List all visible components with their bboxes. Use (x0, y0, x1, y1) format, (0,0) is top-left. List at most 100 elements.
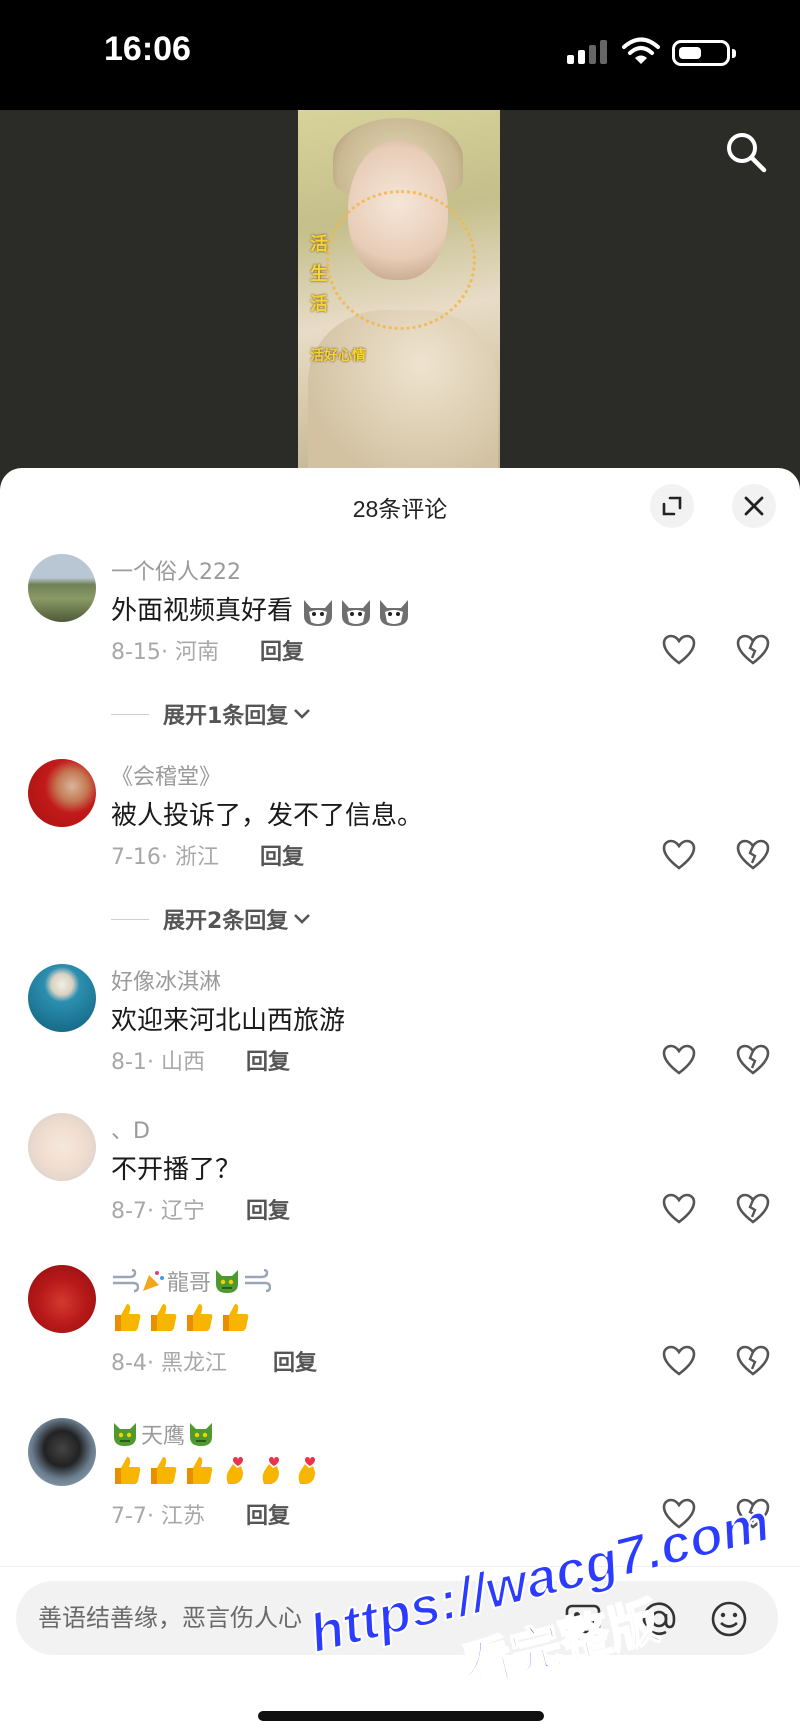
like-heart-icon[interactable] (662, 839, 696, 871)
wind-emoji-icon (245, 1269, 272, 1293)
commenter-name[interactable]: 天鹰 (111, 1418, 215, 1450)
expand-sheet-button[interactable] (650, 484, 694, 528)
comment-text (111, 1301, 251, 1333)
comment-location: 山西 (160, 1050, 205, 1075)
comment-location: 河南 (174, 640, 219, 665)
comment-date: 7-16 (111, 845, 161, 870)
avatar[interactable] (28, 759, 96, 827)
like-heart-icon[interactable] (662, 634, 696, 666)
comment-text-content: 外面视频真好看 (111, 596, 294, 626)
avatar[interactable] (28, 554, 96, 622)
home-indicator[interactable] (258, 1711, 544, 1721)
overlay-text: 活 (310, 234, 328, 255)
reply-button[interactable]: 回复 (260, 839, 304, 871)
wind-emoji-icon (113, 1269, 139, 1293)
comment-text: 外面视频真好看 (111, 590, 411, 628)
overlay-text: 活 (310, 294, 328, 315)
reply-button[interactable]: 回复 (246, 1498, 290, 1530)
thumbs-up-emoji-icon (115, 1457, 141, 1484)
comment-text: 被人投诉了，发不了信息。 (111, 801, 424, 831)
comment-meta: 7-16· 浙江 (111, 845, 219, 870)
comment-date: 8-4 (111, 1351, 147, 1376)
thumbs-up-emoji-icon (115, 1304, 141, 1331)
battery-icon (672, 40, 736, 66)
comment-date: 8-7 (111, 1199, 147, 1224)
avatar[interactable] (28, 1113, 96, 1181)
commenter-name[interactable]: 一个俗人222 (111, 554, 241, 586)
like-heart-icon[interactable] (662, 1345, 696, 1377)
mention-at-icon[interactable] (640, 1600, 678, 1638)
reply-button[interactable]: 回复 (273, 1345, 317, 1377)
image-icon[interactable] (564, 1600, 602, 1638)
comment-meta: 7-7· 江苏 (111, 1504, 205, 1529)
video-preview[interactable]: 活 生 活 活好心情 (0, 110, 800, 490)
expand-replies-label: 展开1条回复 (163, 704, 289, 729)
comment-date: 7-7 (111, 1504, 147, 1529)
dislike-broken-heart-icon[interactable] (736, 1193, 770, 1225)
overlay-text: 生 (310, 264, 328, 285)
expand-replies-button[interactable]: 展开1条回复 (111, 699, 312, 729)
overlay-text: 活好心情 (310, 348, 366, 364)
comment-meta: 8-15· 河南 (111, 640, 219, 665)
like-heart-icon[interactable] (662, 1044, 696, 1076)
dislike-broken-heart-icon[interactable] (736, 1498, 770, 1530)
husky-emoji-icon (304, 599, 333, 626)
comment-input[interactable] (38, 1581, 538, 1655)
comment-date: 8-1 (111, 1050, 147, 1075)
close-icon (744, 496, 764, 516)
dislike-broken-heart-icon[interactable] (736, 839, 770, 871)
avatar[interactable] (28, 964, 96, 1032)
commenter-name[interactable]: 龍哥 (111, 1265, 272, 1297)
search-icon[interactable] (722, 128, 770, 176)
comment-text (111, 1454, 323, 1486)
comment-text: 欢迎来河北山西旅游 (111, 1006, 346, 1036)
avatar[interactable] (28, 1265, 96, 1333)
reply-button[interactable]: 回复 (246, 1044, 290, 1076)
like-heart-icon[interactable] (662, 1193, 696, 1225)
dragon-emoji-icon (216, 1270, 239, 1293)
comment-location: 江苏 (160, 1504, 205, 1529)
video-thumbnail[interactable]: 活 生 活 活好心情 (298, 110, 500, 480)
comment-input-container (16, 1581, 778, 1655)
comment-text: 不开播了？ (111, 1155, 242, 1185)
cellular-signal-icon (567, 40, 609, 64)
comment-input-bar (0, 1566, 800, 1736)
commenter-name[interactable]: 、D (111, 1113, 150, 1145)
status-bar: 16:06 (0, 0, 800, 110)
chevron-down-icon (294, 709, 311, 719)
thumbs-up-emoji-icon (223, 1304, 249, 1331)
comment-location: 辽宁 (160, 1199, 205, 1224)
party-popper-emoji-icon (143, 1271, 164, 1291)
dislike-broken-heart-icon[interactable] (736, 1345, 770, 1377)
wifi-icon (622, 37, 660, 64)
dragon-emoji-icon (190, 1423, 213, 1446)
thumbs-up-emoji-icon (151, 1304, 177, 1331)
comment-meta: 8-4· 黑龙江 (111, 1351, 227, 1376)
commenter-name[interactable]: 《会稽堂》 (111, 759, 221, 791)
commenter-name-text: 龍哥 (167, 1271, 212, 1296)
commenter-name-text: 天鹰 (141, 1424, 186, 1449)
comment-location: 黑龙江 (160, 1351, 227, 1376)
comment-location: 浙江 (174, 845, 219, 870)
chevron-down-icon (294, 914, 311, 924)
avatar[interactable] (28, 1418, 96, 1486)
comment-date: 8-15 (111, 640, 161, 665)
husky-emoji-icon (380, 599, 409, 626)
dislike-broken-heart-icon[interactable] (736, 634, 770, 666)
reply-button[interactable]: 回复 (260, 634, 304, 666)
expand-replies-button[interactable]: 展开2条回复 (111, 904, 312, 934)
dragon-emoji-icon (114, 1423, 136, 1446)
reply-button[interactable]: 回复 (246, 1193, 290, 1225)
comment-emoji-row (111, 1301, 251, 1333)
comment-meta: 8-1· 山西 (111, 1050, 205, 1075)
commenter-name[interactable]: 好像冰淇淋 (111, 964, 221, 996)
dislike-broken-heart-icon[interactable] (736, 1044, 770, 1076)
finger-heart-emoji-icon (298, 1457, 315, 1484)
husky-emoji-icon (342, 599, 371, 626)
close-button[interactable] (732, 484, 776, 528)
expand-icon (662, 496, 682, 516)
comment-meta: 8-7· 辽宁 (111, 1199, 205, 1224)
emoji-smile-icon[interactable] (710, 1600, 748, 1638)
thumbs-up-emoji-icon (187, 1304, 213, 1331)
like-heart-icon[interactable] (662, 1498, 696, 1530)
